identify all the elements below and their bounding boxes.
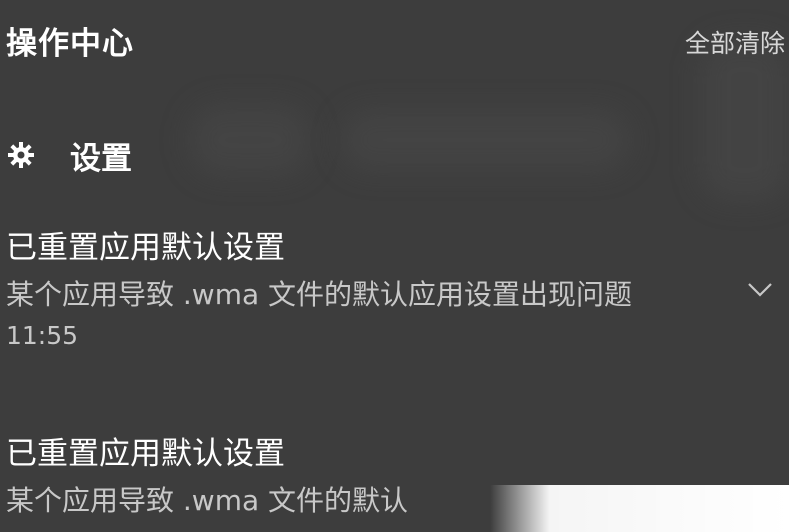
notification-title: 已重置应用默认设置 [6, 230, 285, 266]
group-title: 设置 [70, 140, 132, 177]
notification-group-settings[interactable]: 设置 [6, 133, 132, 177]
expand-chevron-icon[interactable] [745, 274, 775, 304]
cropped-area [490, 485, 789, 532]
notification-body: 某个应用导致 .wma 文件的默认应用设置出现问题 [6, 278, 633, 311]
clear-all-button[interactable]: 全部清除 [685, 24, 785, 60]
background-blur [340, 110, 630, 170]
background-blur [190, 105, 310, 175]
page-title: 操作中心 [6, 26, 134, 62]
action-center-header: 操作中心 全部清除 [0, 0, 789, 80]
notification-time: 11:55 [6, 321, 79, 350]
notification-item[interactable]: 已重置应用默认设置 某个应用导致 .wma 文件的默认应用设置出现问题 11:5… [6, 222, 789, 350]
notification-title: 已重置应用默认设置 [6, 436, 285, 472]
gear-icon [6, 140, 36, 170]
